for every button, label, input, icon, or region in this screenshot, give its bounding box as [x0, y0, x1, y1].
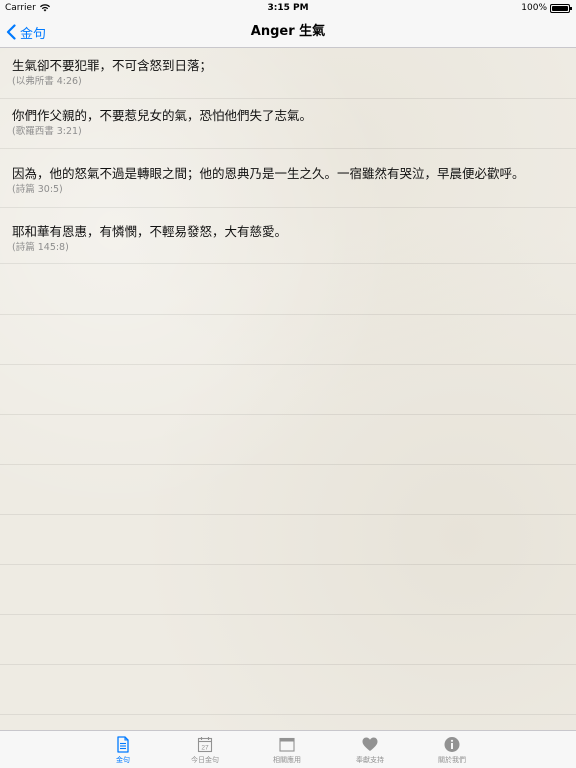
row-divider	[0, 664, 576, 665]
verse-text: 你們作父親的，不要惹兒女的氣，恐怕他們失了志氣。	[12, 108, 313, 123]
document-icon	[117, 736, 129, 753]
verse-row[interactable]: 因為，他的怒氣不過是轉眼之間；他的恩典乃是一生之久。一宿雖然有哭泣，早晨便必歡呼…	[12, 166, 568, 196]
verse-text: 耶和華有恩惠，有憐憫，不輕易發怒，大有慈愛。	[12, 224, 288, 239]
status-right: 100%	[521, 0, 572, 16]
tab-label: 今日金句	[191, 756, 219, 764]
verse-reference: (歌羅西書 3:21)	[12, 126, 82, 137]
tab-donate[interactable]: 奉獻支持	[340, 731, 400, 768]
status-bar: Carrier 3:15 PM 100%	[0, 0, 576, 16]
tab-label: 金句	[116, 756, 130, 764]
window-icon	[279, 737, 295, 752]
row-divider	[0, 148, 576, 149]
tab-daily-verse[interactable]: 27 今日金句	[175, 731, 235, 768]
tab-bar: 金句 27 今日金句 相關應用 奉獻支持 關於我們	[0, 730, 576, 768]
row-divider	[0, 98, 576, 99]
row-divider	[0, 514, 576, 515]
page-title: Anger 生氣	[250, 24, 326, 39]
row-divider	[0, 364, 576, 365]
navigation-bar: 金句 Anger 生氣	[0, 16, 576, 48]
row-divider	[0, 263, 576, 264]
calendar-day: 27	[201, 745, 209, 752]
info-icon	[444, 737, 460, 752]
row-divider	[0, 464, 576, 465]
row-divider	[0, 714, 576, 715]
verse-row[interactable]: 你們作父親的，不要惹兒女的氣，恐怕他們失了志氣。 (歌羅西書 3:21)	[12, 108, 568, 138]
row-divider	[0, 314, 576, 315]
verse-text: 生氣卻不要犯罪，不可含怒到日落；	[12, 58, 213, 73]
row-divider	[0, 414, 576, 415]
verse-reference: (以弗所書 4:26)	[12, 76, 82, 87]
tab-label: 相關應用	[273, 756, 301, 764]
verse-row[interactable]: 耶和華有恩惠，有憐憫，不輕易發怒，大有慈愛。 (詩篇 145:8)	[12, 224, 568, 254]
verse-list: 生氣卻不要犯罪，不可含怒到日落； (以弗所書 4:26) 你們作父親的，不要惹兒…	[0, 48, 576, 730]
tab-verses[interactable]: 金句	[93, 731, 153, 768]
row-divider	[0, 207, 576, 208]
row-divider	[0, 564, 576, 565]
row-divider	[0, 614, 576, 615]
calendar-icon: 27	[197, 737, 213, 753]
tab-label: 關於我們	[438, 756, 466, 764]
tab-label: 奉獻支持	[356, 756, 384, 764]
tab-related-apps[interactable]: 相關應用	[257, 731, 317, 768]
verse-row[interactable]: 生氣卻不要犯罪，不可含怒到日落； (以弗所書 4:26)	[12, 58, 568, 88]
battery-icon	[550, 3, 572, 13]
verse-reference: (詩篇 145:8)	[12, 242, 69, 253]
back-button[interactable]: 金句	[6, 16, 46, 48]
status-time: 3:15 PM	[267, 3, 309, 13]
tab-about[interactable]: 關於我們	[422, 731, 482, 768]
battery-percent: 100%	[521, 3, 547, 13]
battery-fill	[552, 5, 568, 11]
back-button-label: 金句	[20, 26, 47, 42]
verse-reference: (詩篇 30:5)	[12, 184, 63, 195]
heart-icon	[362, 737, 378, 751]
chevron-left-icon	[6, 24, 16, 40]
verse-text: 因為，他的怒氣不過是轉眼之間；他的恩典乃是一生之久。一宿雖然有哭泣，早晨便必歡呼…	[12, 166, 525, 181]
